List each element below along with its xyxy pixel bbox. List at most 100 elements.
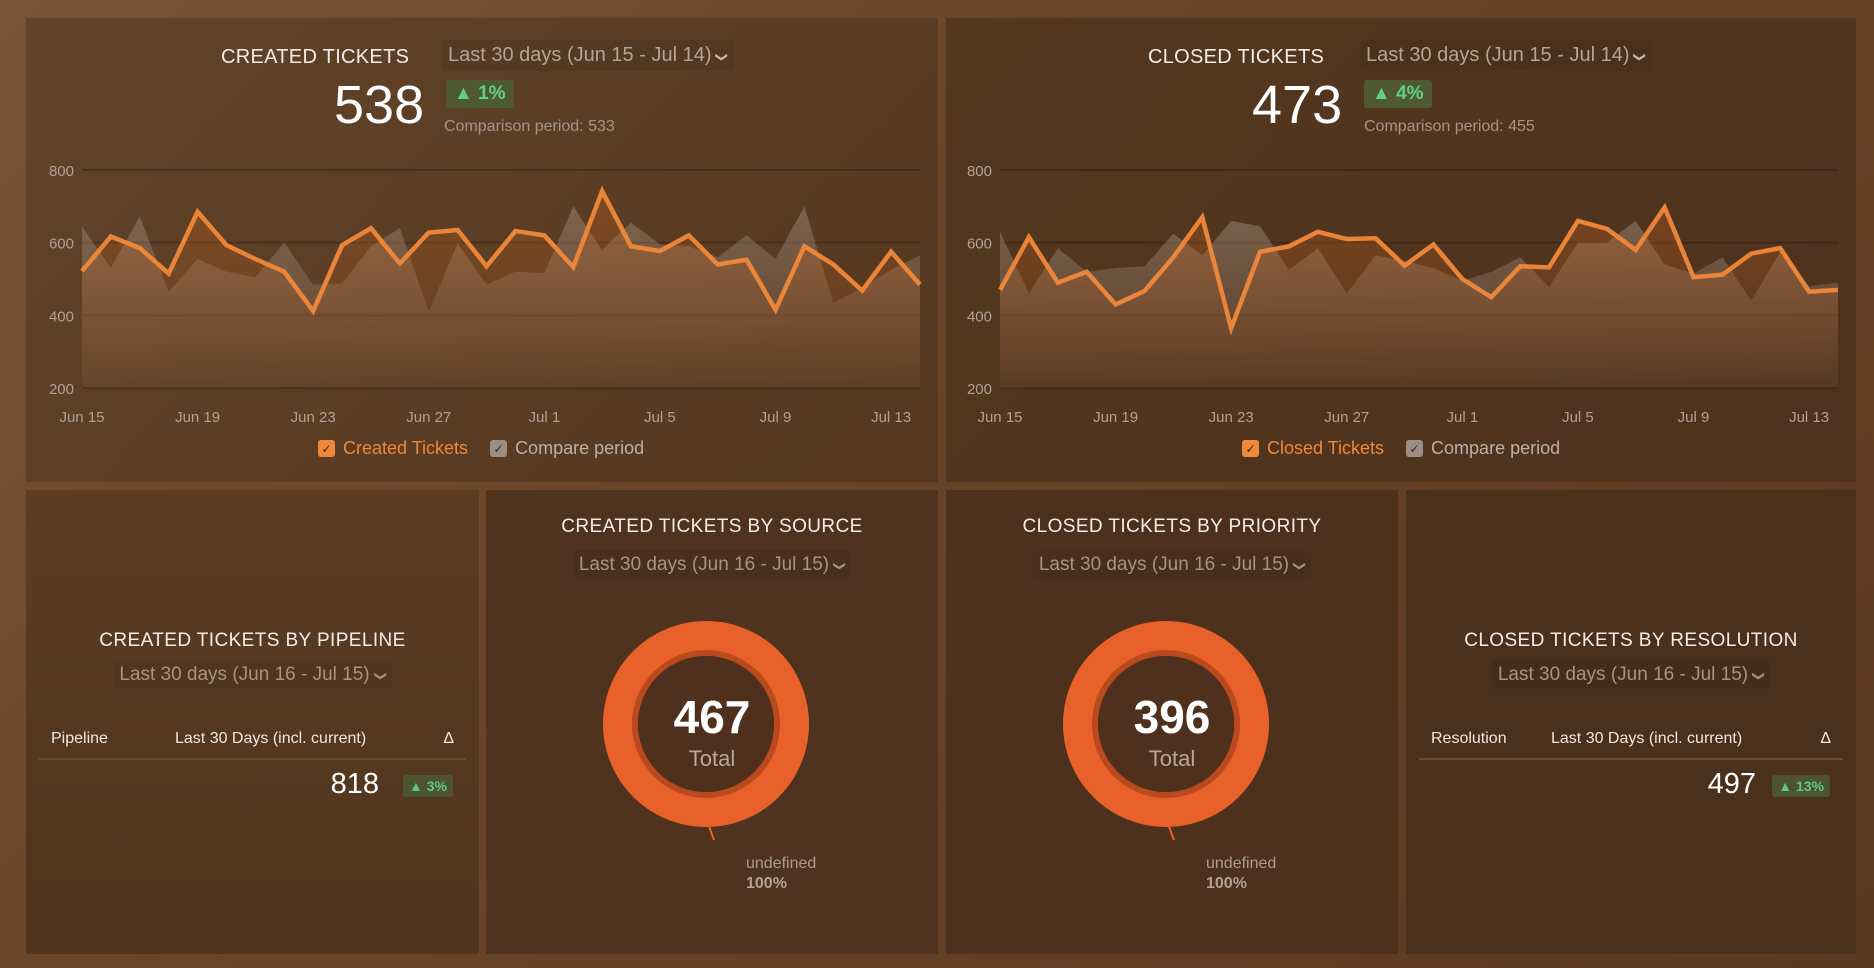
legend-label: Closed Tickets xyxy=(1267,438,1385,458)
y-tick-label: 800 xyxy=(967,163,992,180)
table-header: Resolution Last 30 Days (incl. current) … xyxy=(1419,722,1843,760)
x-tick-label: Jul 5 xyxy=(1562,409,1594,426)
column-header-delta[interactable]: Δ xyxy=(443,730,454,748)
x-tick-label: Jul 13 xyxy=(871,409,911,426)
created-tickets-panel: CREATED TICKETS Last 30 days (Jun 15 - J… xyxy=(26,18,938,482)
donut-total: 396 xyxy=(1133,691,1211,743)
donut-center: 467 Total xyxy=(612,694,812,772)
column-header-pipeline[interactable]: Pipeline xyxy=(51,730,108,748)
column-header-delta[interactable]: Δ xyxy=(1820,730,1831,748)
chevron-down-icon: ❯ xyxy=(1293,560,1308,572)
panel-title: CLOSED TICKETS xyxy=(1148,46,1325,68)
x-tick-label: Jun 27 xyxy=(406,409,451,426)
donut-slice-label: undefined 100% xyxy=(746,854,816,894)
slice-percent: 100% xyxy=(746,875,787,892)
chevron-down-icon: ❯ xyxy=(373,670,388,682)
chart-legend: ✓ Closed Tickets ✓ Compare period xyxy=(1242,438,1560,459)
comparison-text: Comparison period: 455 xyxy=(1364,118,1535,135)
slice-percent: 100% xyxy=(1206,875,1247,892)
column-header-resolution[interactable]: Resolution xyxy=(1431,730,1507,748)
date-range-label: Last 30 days (Jun 16 - Jul 15) xyxy=(1038,554,1290,575)
panel-title: CREATED TICKETS BY SOURCE xyxy=(561,516,863,537)
legend-toggle-created-tickets[interactable]: ✓ Created Tickets xyxy=(318,438,468,459)
chevron-down-icon: ❯ xyxy=(1752,670,1767,682)
y-tick-label: 400 xyxy=(967,308,992,325)
row-value: 497 xyxy=(1707,768,1756,800)
y-tick-label: 600 xyxy=(49,236,74,253)
date-range-dropdown[interactable]: Last 30 days (Jun 16 - Jul 15) ❯ xyxy=(113,660,392,689)
x-tick-label: Jul 1 xyxy=(529,409,561,426)
chevron-down-icon: ❯ xyxy=(715,51,730,63)
slice-name: undefined xyxy=(1206,855,1277,872)
chevron-down-icon: ❯ xyxy=(833,560,848,572)
delta-badge: ▲ 4% xyxy=(1364,80,1432,108)
x-tick-label: Jun 23 xyxy=(291,409,336,426)
table-row: 497 ▲ 13% xyxy=(1419,768,1843,808)
slice-name: undefined xyxy=(746,855,817,872)
x-tick-label: Jun 15 xyxy=(59,409,104,426)
date-range-dropdown[interactable]: Last 30 days (Jun 15 - Jul 14) ❯ xyxy=(442,40,734,71)
x-tick-label: Jul 13 xyxy=(1789,409,1829,426)
panel-title: CREATED TICKETS xyxy=(221,46,410,68)
checkbox-checked-icon: ✓ xyxy=(1406,440,1424,457)
date-range-label: Last 30 days (Jun 16 - Jul 15) xyxy=(1497,664,1749,685)
legend-label: Compare period xyxy=(1431,438,1561,458)
date-range-dropdown[interactable]: Last 30 days (Jun 16 - Jul 15) ❯ xyxy=(572,550,852,579)
legend-toggle-compare-period[interactable]: ✓ Compare period xyxy=(1406,438,1560,459)
x-tick-label: Jul 9 xyxy=(760,409,792,426)
donut-total-label: Total xyxy=(1148,746,1196,771)
panel-title: CLOSED TICKETS BY RESOLUTION xyxy=(1464,630,1798,651)
legend-label: Created Tickets xyxy=(343,438,469,458)
date-range-label: Last 30 days (Jun 16 - Jul 15) xyxy=(119,664,370,685)
date-range-dropdown[interactable]: Last 30 days (Jun 16 - Jul 15) ❯ xyxy=(1491,660,1771,689)
panel-title: CREATED TICKETS BY PIPELINE xyxy=(99,630,406,651)
created-by-pipeline-panel: CREATED TICKETS BY PIPELINE Last 30 days… xyxy=(26,490,479,954)
y-tick-label: 600 xyxy=(967,236,992,253)
date-range-label: Last 30 days (Jun 16 - Jul 15) xyxy=(578,554,830,575)
x-tick-label: Jul 5 xyxy=(644,409,676,426)
donut-slice-label: undefined 100% xyxy=(1206,854,1276,894)
metric-value: 538 xyxy=(334,75,425,135)
donut-total: 467 xyxy=(673,691,751,743)
date-range-dropdown[interactable]: Last 30 days (Jun 15 - Jul 14) ❯ xyxy=(1360,40,1652,71)
legend-toggle-closed-tickets[interactable]: ✓ Closed Tickets xyxy=(1242,438,1384,459)
x-tick-label: Jun 27 xyxy=(1324,409,1369,426)
panel-title: CLOSED TICKETS BY PRIORITY xyxy=(1022,516,1322,537)
donut-total-label: Total xyxy=(688,746,736,771)
date-range-dropdown[interactable]: Last 30 days (Jun 16 - Jul 15) ❯ xyxy=(1032,550,1312,579)
table-header: Pipeline Last 30 Days (incl. current) Δ xyxy=(39,722,466,760)
created-tickets-chart: 200 400 600 800 Jun 15 Jun 19 Jun 23 Jun 27 Jul … xyxy=(49,163,922,426)
x-tick-label: Jun 19 xyxy=(1093,409,1138,426)
closed-by-resolution-panel: CLOSED TICKETS BY RESOLUTION Last 30 day… xyxy=(1406,490,1856,954)
x-tick-label: Jun 23 xyxy=(1209,409,1254,426)
closed-by-priority-panel: CLOSED TICKETS BY PRIORITY Last 30 days … xyxy=(946,490,1398,954)
row-value: 818 xyxy=(330,768,379,800)
delta-badge: ▲ 13% xyxy=(1772,775,1830,797)
delta-badge: ▲ 1% xyxy=(446,80,514,108)
chevron-down-icon: ❯ xyxy=(1633,51,1648,63)
closed-tickets-chart: 200 400 600 800 Jun 15 Jun 19 Jun 23 Jun 27 Jul … xyxy=(967,163,1839,426)
y-tick-label: 200 xyxy=(49,381,74,398)
donut-center: 396 Total xyxy=(1072,694,1272,772)
x-tick-label: Jul 1 xyxy=(1447,409,1479,426)
table-row: 818 ▲ 3% xyxy=(39,768,466,808)
y-tick-label: 200 xyxy=(967,381,992,398)
chart-legend: ✓ Created Tickets ✓ Compare period xyxy=(318,438,644,459)
y-tick-label: 400 xyxy=(49,308,74,325)
column-header-last-30-days[interactable]: Last 30 Days (incl. current) xyxy=(1551,730,1742,748)
delta-badge: ▲ 3% xyxy=(403,775,453,797)
x-tick-label: Jun 19 xyxy=(175,409,220,426)
date-range-label: Last 30 days (Jun 15 - Jul 14) xyxy=(448,44,712,66)
comparison-text: Comparison period: 533 xyxy=(444,118,615,135)
column-header-last-30-days[interactable]: Last 30 Days (incl. current) xyxy=(175,730,366,748)
closed-tickets-panel: CLOSED TICKETS Last 30 days (Jun 15 - Ju… xyxy=(946,18,1856,482)
x-tick-label: Jun 15 xyxy=(977,409,1022,426)
x-tick-label: Jul 9 xyxy=(1678,409,1710,426)
created-by-source-panel: CREATED TICKETS BY SOURCE Last 30 days (… xyxy=(486,490,938,954)
y-tick-label: 800 xyxy=(49,163,74,180)
metric-value: 473 xyxy=(1252,75,1343,135)
checkbox-checked-icon: ✓ xyxy=(1242,440,1259,457)
checkbox-checked-icon: ✓ xyxy=(490,440,508,457)
legend-toggle-compare-period[interactable]: ✓ Compare period xyxy=(490,438,644,459)
date-range-label: Last 30 days (Jun 15 - Jul 14) xyxy=(1366,44,1630,66)
